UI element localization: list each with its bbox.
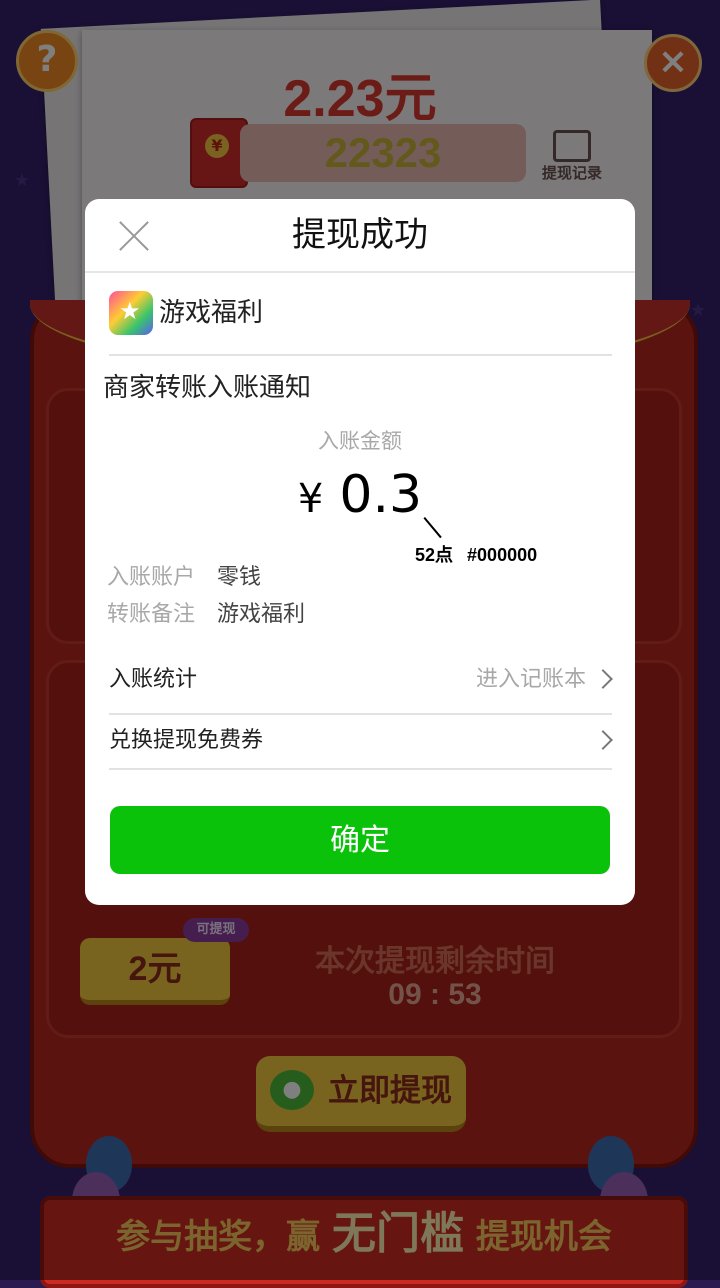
entry-stats-label: 入账统计 (109, 667, 198, 692)
dialog-title: 提现成功 (292, 215, 428, 255)
remark-row: 转账备注 游戏福利 (107, 596, 305, 628)
divider (109, 713, 612, 715)
app-icon (109, 291, 153, 335)
account-row: 入账账户 零钱 (107, 559, 261, 591)
chevron-right-icon (593, 730, 613, 750)
coupon-label: 兑换提现免费券 (109, 728, 264, 753)
dialog-close-icon[interactable] (117, 219, 151, 253)
transfer-notice-title: 商家转账入账通知 (103, 373, 312, 403)
app-name: 游戏福利 (159, 298, 264, 328)
amount-label: 入账金额 (318, 429, 402, 453)
chevron-right-icon (593, 669, 613, 689)
remark-label: 转账备注 (107, 602, 196, 627)
divider (109, 354, 612, 356)
withdraw-success-dialog: 提现成功 游戏福利 商家转账入账通知 入账金额 ¥0.3 52点#000000 … (85, 199, 635, 905)
account-value: 零钱 (217, 565, 262, 590)
account-label: 入账账户 (107, 565, 196, 590)
currency-symbol: ¥ (297, 476, 324, 522)
amount-value: ¥0.3 (85, 465, 635, 525)
amount-number: 0.3 (339, 465, 423, 525)
annotation-size: 52点 (415, 545, 454, 565)
entry-stats-row[interactable]: 入账统计 进入记账本 (109, 655, 613, 705)
annotation-color: #000000 (467, 545, 538, 565)
coupon-row[interactable]: 兑换提现免费券 (109, 716, 613, 766)
dialog-header: 提现成功 (85, 199, 635, 273)
annotation-label: 52点 #000000 (415, 541, 537, 567)
ledger-link[interactable]: 进入记账本 (476, 655, 586, 705)
divider (109, 768, 612, 770)
confirm-button[interactable]: 确定 (110, 806, 610, 874)
remark-value: 游戏福利 (217, 602, 306, 627)
